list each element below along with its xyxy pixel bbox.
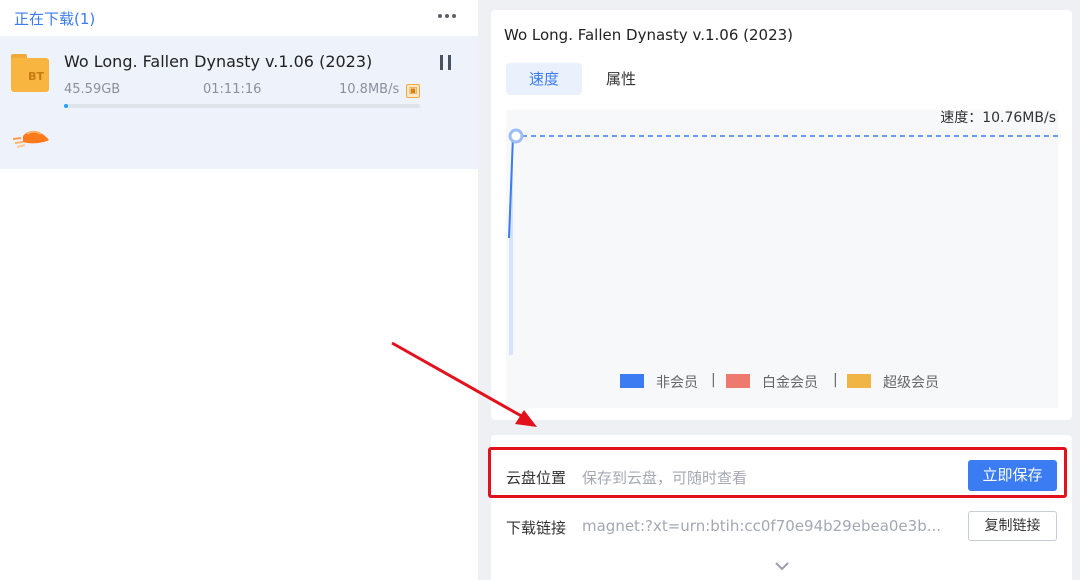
bt-folder-label: BT [28, 70, 44, 83]
current-speed-point [508, 128, 524, 144]
task-speed: 10.8MB/s [339, 82, 400, 97]
rocket-speed-icon[interactable] [11, 122, 53, 154]
download-list-panel: 正在下载(1) BT Wo Long. Fallen Dynasty v.1.0… [0, 0, 478, 580]
tab-speed[interactable]: 速度 [506, 63, 582, 95]
speed-chart-svg [508, 128, 1058, 355]
legend-separator: | [833, 372, 838, 388]
task-detail-card: Wo Long. Fallen Dynasty v.1.06 (2023) 速度… [491, 10, 1072, 420]
more-horizontal-icon[interactable] [436, 8, 458, 22]
tab-properties[interactable]: 属性 [591, 63, 651, 95]
legend-swatch-platinum [726, 374, 750, 388]
task-progress-fill [64, 104, 69, 108]
task-size: 45.59GB [64, 82, 121, 97]
annotation-highlight-box [488, 447, 1067, 498]
task-name: Wo Long. Fallen Dynasty v.1.06 (2023) [64, 52, 373, 71]
legend-separator: | [711, 372, 716, 388]
speed-badge-icon[interactable]: ▣ [406, 84, 420, 98]
legend-label-non-member: 非会员 [656, 375, 698, 391]
task-progress-bar [64, 104, 420, 108]
download-task-row[interactable]: BT Wo Long. Fallen Dynasty v.1.06 (2023)… [0, 36, 478, 169]
speed-chart [506, 110, 1058, 408]
legend-swatch-super [847, 374, 871, 388]
legend-swatch-non-member [620, 374, 644, 388]
task-remaining-time: 01:11:16 [203, 82, 262, 97]
download-link-label: 下载链接 [506, 519, 567, 537]
downloading-section-title[interactable]: 正在下载(1) [14, 8, 95, 29]
bt-folder-icon: BT [11, 54, 49, 92]
pause-icon[interactable] [439, 55, 453, 71]
detail-title: Wo Long. Fallen Dynasty v.1.06 (2023) [504, 26, 794, 44]
chevron-down-icon[interactable] [774, 560, 790, 572]
download-link-value: magnet:?xt=urn:btih:cc0f70e94b29ebea0e3b… [582, 517, 942, 535]
legend-label-super: 超级会员 [883, 375, 939, 391]
current-speed-readout: 速度：10.76MB/s [940, 110, 1056, 126]
download-list-header: 正在下载(1) [0, 0, 478, 36]
legend-label-platinum: 白金会员 [762, 375, 818, 391]
copy-link-button[interactable]: 复制链接 [968, 511, 1057, 541]
